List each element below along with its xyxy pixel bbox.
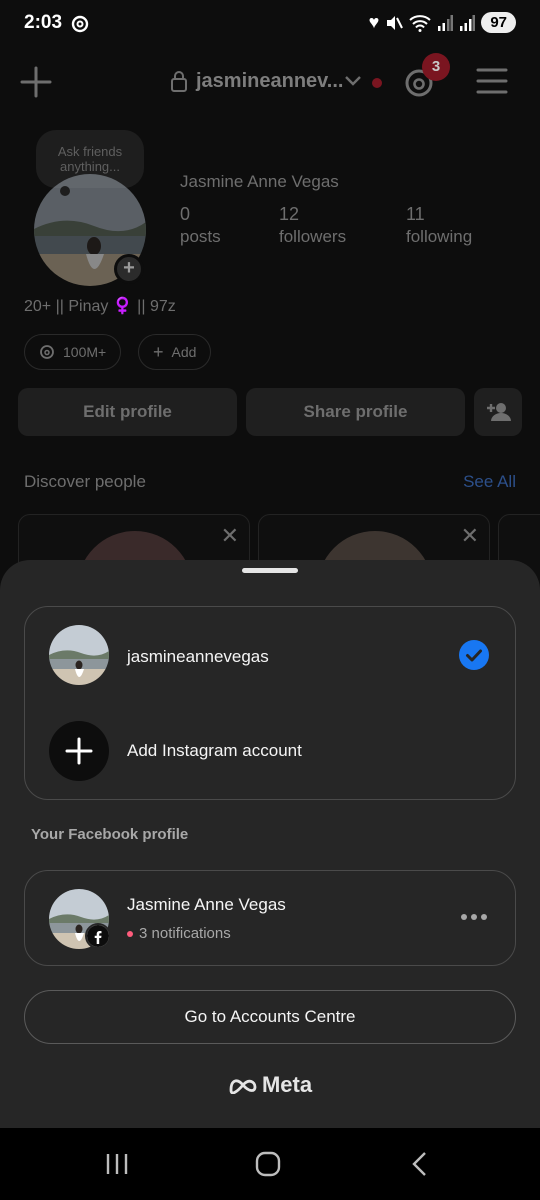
close-icon[interactable]: ✕ bbox=[221, 523, 239, 549]
facebook-name: Jasmine Anne Vegas bbox=[127, 895, 286, 914]
lock-icon bbox=[171, 71, 187, 92]
mute-icon bbox=[387, 15, 404, 30]
check-circle-icon bbox=[459, 640, 489, 670]
status-bar: 2:03 ♥ 97 bbox=[0, 0, 540, 48]
stat-following[interactable]: 11 following bbox=[406, 204, 472, 247]
profile-top-bar: jasmineannev... 3 bbox=[0, 48, 540, 118]
bio: 20+ || Pinay ♀️ || 97z bbox=[24, 298, 176, 315]
facebook-profile-row[interactable]: Jasmine Anne Vegas 3 notifications bbox=[24, 870, 516, 966]
stat-posts[interactable]: 0 posts bbox=[180, 204, 221, 247]
profile-username[interactable]: jasmineannev... bbox=[196, 70, 343, 93]
sheet-drag-handle[interactable] bbox=[242, 568, 298, 573]
signal-icon bbox=[438, 14, 454, 31]
note-tail bbox=[60, 186, 70, 196]
account-avatar bbox=[49, 625, 109, 685]
add-person-icon bbox=[487, 403, 511, 421]
plus-icon: + bbox=[153, 341, 164, 362]
add-account-button[interactable] bbox=[49, 721, 109, 781]
notification-dot bbox=[127, 930, 133, 937]
wifi-icon bbox=[409, 14, 431, 32]
facebook-icon bbox=[85, 923, 111, 949]
clock: 2:03 bbox=[24, 12, 63, 33]
account-username[interactable]: jasmineannevegas bbox=[127, 647, 269, 667]
more-options-icon[interactable] bbox=[459, 907, 489, 927]
threads-notification-badge: 3 bbox=[422, 53, 450, 81]
plus-icon bbox=[65, 737, 93, 765]
accounts-list: jasmineannevegas Add Instagram account bbox=[24, 606, 516, 800]
facebook-notifications: 3 notifications bbox=[127, 925, 231, 942]
back-icon[interactable] bbox=[408, 1150, 430, 1178]
home-icon[interactable] bbox=[254, 1150, 282, 1178]
meta-infinity-icon bbox=[229, 1079, 257, 1094]
edit-profile-button[interactable]: Edit profile bbox=[18, 388, 237, 436]
battery-indicator: 97 bbox=[481, 12, 516, 33]
create-plus-icon[interactable] bbox=[20, 66, 52, 98]
heart-icon: ♥ bbox=[368, 12, 380, 32]
meta-logo: Meta bbox=[0, 1072, 540, 1098]
recents-icon[interactable] bbox=[104, 1150, 130, 1178]
account-switcher-sheet: jasmineannevegas Add Instagram account Y… bbox=[0, 560, 540, 1128]
system-nav-bar bbox=[0, 1128, 540, 1200]
accounts-centre-button[interactable]: Go to Accounts Centre bbox=[24, 990, 516, 1044]
threads-icon bbox=[40, 345, 54, 359]
menu-icon[interactable] bbox=[476, 66, 508, 96]
signal-icon-2 bbox=[460, 14, 476, 31]
discover-people-heading: Discover people bbox=[24, 472, 146, 491]
unread-dot bbox=[372, 78, 382, 88]
facebook-section-heading: Your Facebook profile bbox=[31, 826, 189, 843]
chevron-down-icon[interactable] bbox=[344, 74, 362, 88]
add-account-label[interactable]: Add Instagram account bbox=[127, 741, 302, 761]
discover-people-button[interactable] bbox=[474, 388, 522, 436]
profile-page: jasmineannev... 3 Ask friends anything..… bbox=[0, 48, 540, 608]
threads-pill[interactable]: 100M+ bbox=[24, 334, 122, 370]
add-pill[interactable]: + Add bbox=[138, 334, 212, 370]
add-story-icon[interactable]: + bbox=[114, 254, 144, 284]
share-profile-button[interactable]: Share profile bbox=[246, 388, 465, 436]
stat-followers[interactable]: 12 followers bbox=[279, 204, 346, 247]
see-all-link[interactable]: See All bbox=[463, 472, 516, 492]
threads-status-icon bbox=[71, 15, 89, 33]
full-name: Jasmine Anne Vegas bbox=[180, 172, 339, 191]
close-icon[interactable]: ✕ bbox=[461, 523, 479, 549]
status-icons: ♥ 97 bbox=[369, 12, 516, 33]
